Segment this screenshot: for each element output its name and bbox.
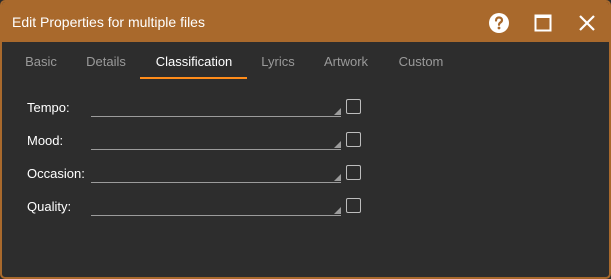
field-row-quality: Quality: — [2, 195, 609, 219]
occasion-label: Occasion: — [27, 166, 85, 181]
dropdown-arrow-icon — [334, 207, 341, 214]
dropdown-arrow-icon — [334, 108, 341, 115]
edit-properties-dialog: Edit Properties for multiple files Basic… — [0, 0, 611, 279]
quality-combobox[interactable] — [91, 195, 341, 216]
occasion-combobox[interactable] — [91, 162, 341, 183]
occasion-checkbox[interactable] — [346, 165, 361, 180]
dialog-title: Edit Properties for multiple files — [12, 14, 205, 30]
tab-basic[interactable]: Basic — [16, 42, 66, 80]
quality-checkbox[interactable] — [346, 198, 361, 213]
mood-checkbox[interactable] — [346, 132, 361, 147]
help-button[interactable] — [486, 10, 512, 36]
field-row-mood: Mood: — [2, 129, 609, 153]
field-row-occasion: Occasion: — [2, 162, 609, 186]
mood-combobox[interactable] — [91, 129, 341, 150]
help-circle-icon — [489, 13, 509, 33]
tab-lyrics[interactable]: Lyrics — [254, 42, 302, 80]
dropdown-arrow-icon — [334, 141, 341, 148]
tab-bar: Basic Details Classification Lyrics Artw… — [2, 42, 609, 82]
tab-classification[interactable]: Classification — [142, 42, 246, 80]
field-row-tempo: Tempo: — [2, 96, 609, 120]
tempo-combobox[interactable] — [91, 96, 341, 117]
dropdown-arrow-icon — [334, 174, 341, 181]
quality-label: Quality: — [27, 199, 72, 214]
maximize-icon — [534, 14, 552, 32]
active-tab-indicator — [140, 77, 247, 79]
close-icon — [579, 15, 595, 31]
tab-custom[interactable]: Custom — [390, 42, 452, 80]
tempo-label: Tempo: — [27, 100, 70, 115]
tempo-checkbox[interactable] — [346, 99, 361, 114]
tab-details[interactable]: Details — [78, 42, 134, 80]
mood-label: Mood: — [27, 133, 64, 148]
close-button[interactable] — [574, 10, 600, 36]
title-bar: Edit Properties for multiple files — [2, 2, 609, 42]
maximize-button[interactable] — [530, 10, 556, 36]
tab-artwork[interactable]: Artwork — [314, 42, 378, 80]
